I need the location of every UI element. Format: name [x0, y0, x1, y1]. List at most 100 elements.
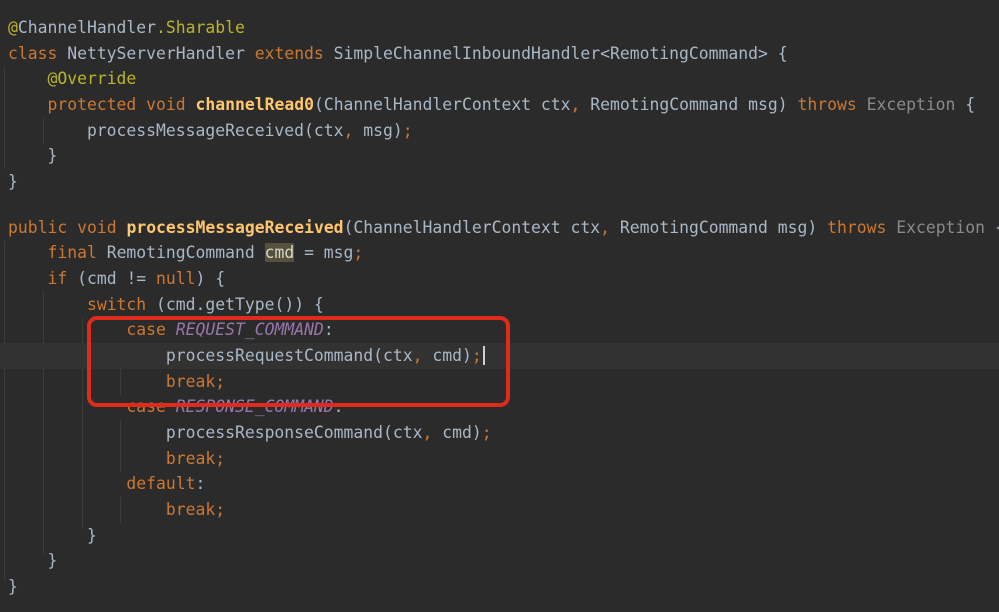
code-token: NettyServerHandler: [57, 44, 254, 63]
code-token: [166, 397, 176, 416]
code-token: break: [166, 449, 215, 468]
code-line[interactable]: }: [0, 143, 999, 169]
code-token: RESPONSE_COMMAND: [176, 397, 334, 416]
code-line[interactable]: processResponseCommand(ctx, cmd);: [0, 420, 999, 446]
code-token: ,: [571, 95, 581, 114]
code-token: [8, 474, 126, 493]
code-token: [67, 218, 77, 237]
code-line[interactable]: break;: [0, 497, 999, 523]
code-token: msg): [353, 121, 402, 140]
code-token: throws: [798, 95, 857, 114]
code-token: ,: [422, 423, 432, 442]
code-line[interactable]: @ChannelHandler.Sharable: [0, 15, 999, 41]
code-line[interactable]: default:: [0, 471, 999, 497]
code-token: [8, 397, 126, 416]
code-token: }: [8, 146, 57, 165]
code-token: [186, 95, 196, 114]
code-token: break: [166, 372, 215, 391]
code-line[interactable]: if (cmd != null) {: [0, 266, 999, 292]
code-line[interactable]: switch (cmd.getType()) {: [0, 292, 999, 318]
code-token: {: [985, 218, 999, 237]
code-token: Exception: [867, 95, 956, 114]
code-token: @Override: [47, 69, 136, 88]
code-line[interactable]: case RESPONSE_COMMAND:: [0, 394, 999, 420]
code-token: processResponseCommand(ctx: [8, 423, 422, 442]
code-line[interactable]: @Override: [0, 66, 999, 92]
code-token: [8, 269, 47, 288]
code-token: }: [8, 526, 97, 545]
code-token: REQUEST_COMMAND: [176, 320, 324, 339]
code-line[interactable]: }: [0, 574, 999, 600]
code-token: void: [77, 218, 116, 237]
code-token: ChannelHandler: [18, 18, 156, 37]
code-token: break: [166, 500, 215, 519]
code-token: ,: [413, 346, 423, 365]
code-token: @: [8, 18, 18, 37]
code-token: ;: [215, 449, 225, 468]
code-token: processMessageReceived: [126, 218, 343, 237]
code-token: [8, 95, 47, 114]
code-token: cmd): [432, 423, 481, 442]
code-lines[interactable]: @ChannelHandler.Sharableclass NettyServe…: [0, 0, 999, 612]
code-token: [117, 218, 127, 237]
code-token: RemotingCommand msg): [610, 218, 827, 237]
code-line[interactable]: processRequestCommand(ctx, cmd);: [0, 343, 999, 369]
code-token: ,: [344, 121, 354, 140]
code-token: [8, 295, 87, 314]
code-token: [136, 95, 146, 114]
code-token: :: [196, 474, 206, 493]
code-token: throws: [827, 218, 886, 237]
code-token: [166, 320, 176, 339]
code-token: Exception: [896, 218, 985, 237]
code-line[interactable]: [0, 195, 999, 215]
code-token: ,: [600, 218, 610, 237]
code-token: ) {: [196, 269, 226, 288]
code-token: cmd: [265, 243, 295, 262]
code-token: protected: [47, 95, 136, 114]
code-token: null: [156, 269, 195, 288]
code-token: [8, 449, 166, 468]
code-token: (cmd !=: [67, 269, 156, 288]
code-token: public: [8, 218, 67, 237]
code-token: ;: [215, 372, 225, 391]
code-line[interactable]: break;: [0, 369, 999, 395]
code-token: :: [334, 397, 344, 416]
code-token: channelRead0: [196, 95, 314, 114]
code-line[interactable]: public void processMessageReceived(Chann…: [0, 215, 999, 241]
code-line[interactable]: protected void channelRead0(ChannelHandl…: [0, 92, 999, 118]
code-token: final: [47, 243, 96, 262]
code-line[interactable]: }: [0, 169, 999, 195]
code-token: = msg: [294, 243, 353, 262]
code-token: switch: [87, 295, 146, 314]
code-token: }: [8, 551, 57, 570]
code-editor[interactable]: @ChannelHandler.Sharableclass NettyServe…: [0, 0, 999, 612]
code-line[interactable]: processMessageReceived(ctx, msg);: [0, 118, 999, 144]
code-token: }: [8, 172, 18, 191]
code-token: processRequestCommand(ctx: [8, 346, 413, 365]
code-token: (ChannelHandlerContext ctx: [344, 218, 601, 237]
code-token: ;: [472, 346, 482, 365]
code-token: [8, 243, 47, 262]
code-token: {: [955, 95, 975, 114]
code-token: ;: [353, 243, 363, 262]
code-token: (cmd.getType()) {: [146, 295, 324, 314]
code-line[interactable]: }: [0, 548, 999, 574]
code-line[interactable]: break;: [0, 446, 999, 472]
code-token: class: [8, 44, 57, 63]
code-token: }: [8, 577, 18, 596]
code-token: case: [126, 320, 165, 339]
code-line[interactable]: }: [0, 523, 999, 549]
code-line[interactable]: class NettyServerHandler extends SimpleC…: [0, 41, 999, 67]
code-token: [8, 372, 166, 391]
code-token: [8, 69, 47, 88]
code-token: [8, 500, 166, 519]
code-token: [8, 320, 126, 339]
code-line[interactable]: case REQUEST_COMMAND:: [0, 317, 999, 343]
code-token: :: [324, 320, 334, 339]
code-line[interactable]: final RemotingCommand cmd = msg;: [0, 240, 999, 266]
code-token: [886, 218, 896, 237]
code-token: RemotingCommand: [97, 243, 265, 262]
code-token: ;: [403, 121, 413, 140]
code-token: .Sharable: [156, 18, 245, 37]
code-token: extends: [255, 44, 324, 63]
